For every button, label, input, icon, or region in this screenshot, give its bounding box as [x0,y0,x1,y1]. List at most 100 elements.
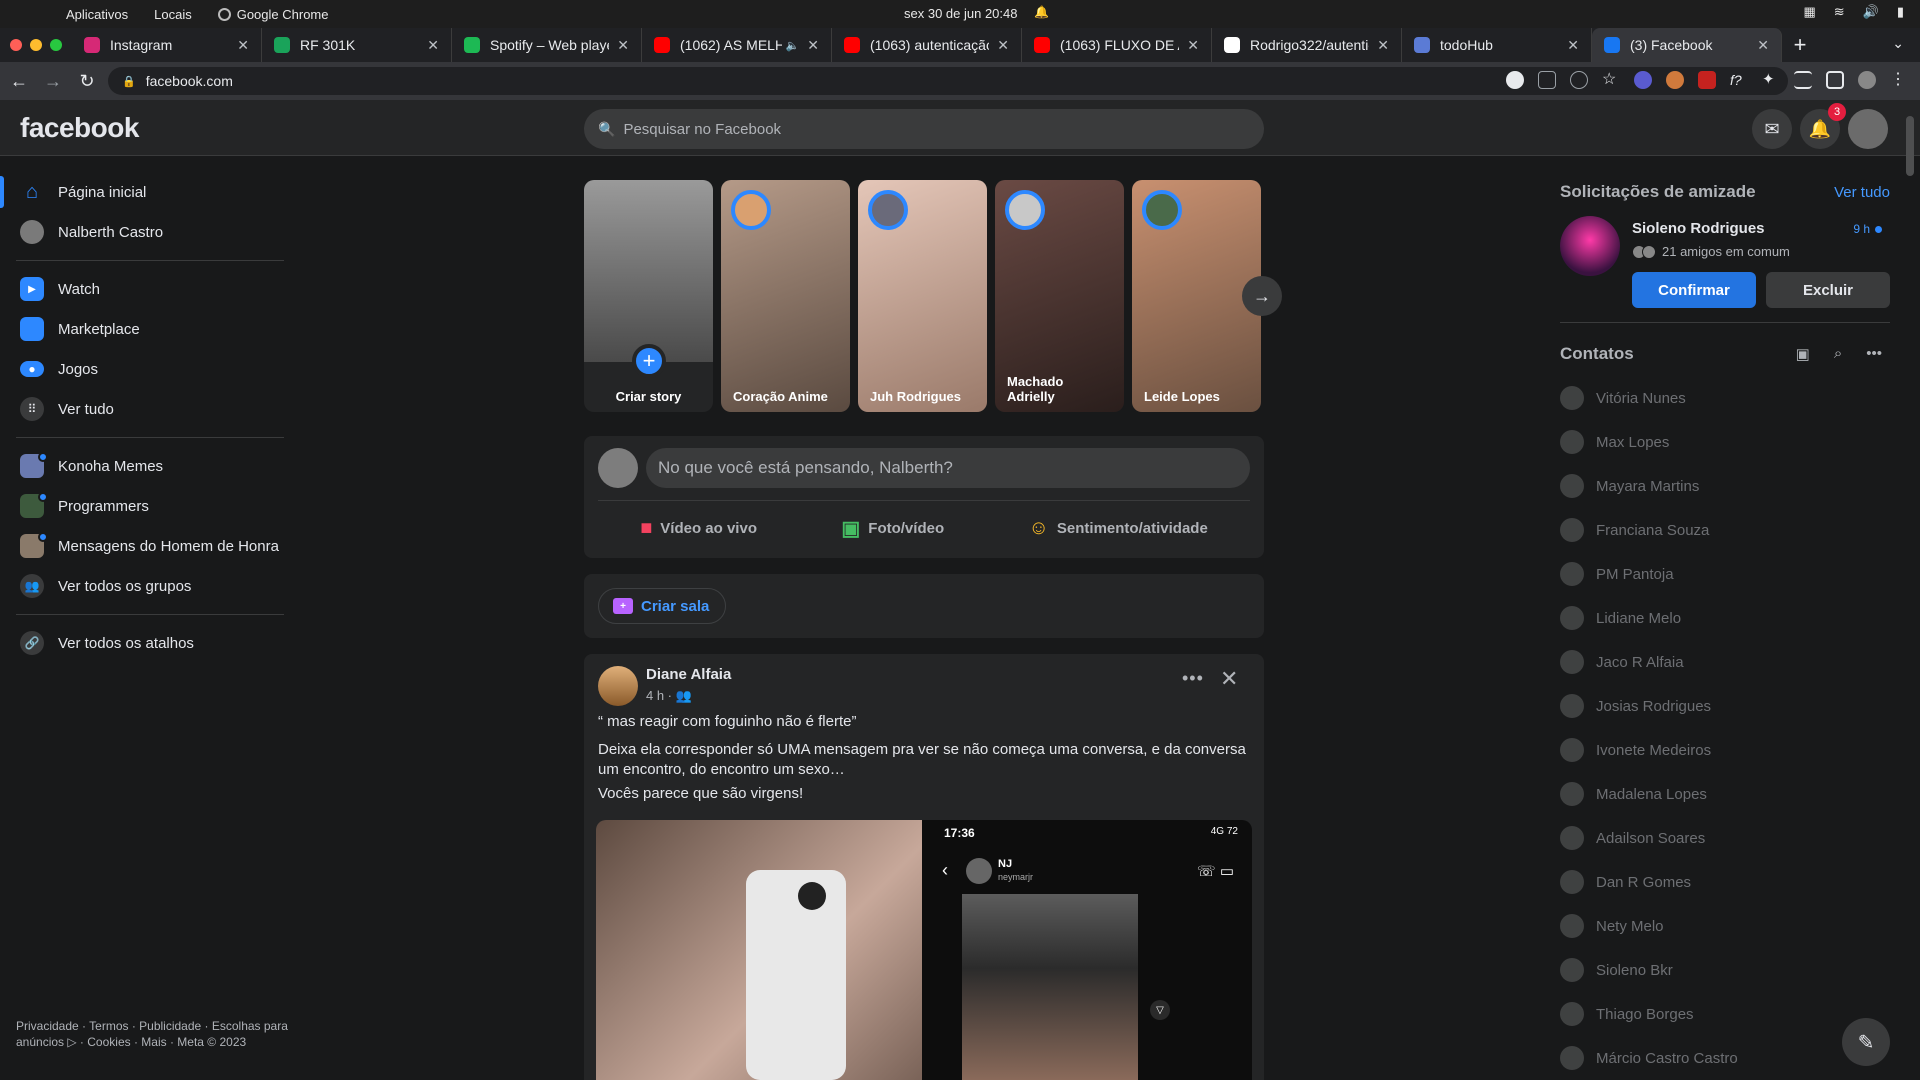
nav-marketplace[interactable]: Marketplace [0,309,300,349]
close-tab-icon[interactable]: ✕ [237,37,249,54]
workspace-icon[interactable]: ▦ [1803,4,1815,20]
profile-avatar[interactable] [598,448,638,488]
see-all-requests-link[interactable]: Ver tudo [1834,184,1890,201]
nav-watch[interactable]: ▶ Watch [0,269,300,309]
story-card[interactable]: Juh Rodrigues [858,180,987,412]
post-image[interactable]: 17:36 4G 72 ‹ NJ neymarjr ☏ ▭ ▽ [596,820,1252,1080]
chrome-menu-icon[interactable]: ⋮ [1890,71,1908,89]
close-tab-icon[interactable]: ✕ [1377,37,1389,54]
contact-item[interactable]: Sioleno Bkr [1560,948,1890,992]
browser-tab[interactable]: todoHub ✕ [1402,28,1592,62]
browser-tab[interactable]: (3) Facebook ✕ [1592,28,1782,62]
close-window-button[interactable] [10,39,22,51]
nav-all-groups[interactable]: 👥 Ver todos os grupos [0,566,300,606]
contact-item[interactable]: Josias Rodrigues [1560,684,1890,728]
extension-icon[interactable]: f? [1730,71,1748,89]
new-tab-button[interactable]: + [1782,28,1818,62]
close-tab-icon[interactable]: ✕ [997,37,1009,54]
browser-tab[interactable]: Spotify – Web player ✕ [452,28,642,62]
create-story-card[interactable]: + Criar story [584,180,713,412]
battery-icon[interactable]: ▮ [1897,4,1904,20]
share-icon[interactable] [1570,71,1588,89]
confirm-button[interactable]: Confirmar [1632,272,1756,308]
footer-links[interactable]: Privacidade · Termos · Publicidade · Esc… [16,1018,296,1050]
close-tab-icon[interactable]: ✕ [617,37,629,54]
tab-audio-icon[interactable]: 🔈 [786,39,800,52]
forward-button[interactable]: → [38,71,68,92]
volume-icon[interactable]: 🔊 [1863,4,1879,20]
close-tab-icon[interactable]: ✕ [807,37,819,54]
requester-name[interactable]: Sioleno Rodrigues [1632,220,1765,237]
system-clock[interactable]: sex 30 de jun 20:48 [904,6,1017,21]
extension-icon[interactable] [1634,71,1652,89]
install-icon[interactable] [1538,71,1556,89]
nav-all-shortcuts[interactable]: 🔗 Ver todos os atalhos [0,623,300,663]
nav-home[interactable]: ⌂ Página inicial [0,172,300,212]
extension-icon[interactable] [1666,71,1684,89]
search-input[interactable]: 🔍 Pesquisar no Facebook [584,109,1264,149]
stories-next-button[interactable]: → [1242,276,1282,316]
photo-video-button[interactable]: ▣ Foto/vídeo [841,516,944,541]
feeling-activity-button[interactable]: ☺ Sentimento/atividade [1029,517,1208,540]
close-tab-icon[interactable]: ✕ [1567,37,1579,54]
menu-aplicativos[interactable]: Aplicativos [66,7,128,22]
composer-input[interactable]: No que você está pensando, Nalberth? [646,448,1250,488]
facebook-logo[interactable]: facebook [20,112,139,144]
contact-item[interactable]: Nety Melo [1560,904,1890,948]
contact-item[interactable]: Franciana Souza [1560,508,1890,552]
tab-search-chevron-icon[interactable]: ⌄ [1892,35,1904,52]
contact-item[interactable]: Thiago Borges [1560,992,1890,1036]
author-name[interactable]: Diane Alfaia [646,666,731,683]
lock-icon[interactable]: 🔒 [122,75,136,88]
contact-item[interactable]: Mayara Martins [1560,464,1890,508]
new-message-button[interactable]: ✎ [1842,1018,1890,1066]
side-panel-icon[interactable] [1826,71,1844,89]
story-card[interactable]: Coração Anime [721,180,850,412]
group-homem-de-honra[interactable]: Mensagens do Homem de Honra [0,526,300,566]
page-scrollbar[interactable] [1906,116,1914,176]
account-avatar-button[interactable] [1848,109,1888,149]
contact-item[interactable]: Ivonete Medeiros [1560,728,1890,772]
contact-item[interactable]: Max Lopes [1560,420,1890,464]
maximize-window-button[interactable] [50,39,62,51]
back-button[interactable]: ← [4,71,34,92]
search-icon[interactable]: ⌕ [1834,345,1842,363]
google-lens-icon[interactable] [1506,71,1524,89]
contact-item[interactable]: Jaco R Alfaia [1560,640,1890,684]
post-timestamp[interactable]: 4 h · 👥 [646,688,692,704]
close-tab-icon[interactable]: ✕ [427,37,439,54]
nav-gaming[interactable]: ● Jogos [0,349,300,389]
puzzle-extensions-icon[interactable]: ✦ [1762,71,1780,89]
live-video-button[interactable]: ■ Vídeo ao vivo [640,517,757,540]
messenger-button[interactable]: ✉ [1752,109,1792,149]
group-programmers[interactable]: Programmers [0,486,300,526]
requester-avatar[interactable] [1560,216,1620,276]
new-room-icon[interactable]: ▣ [1796,345,1810,363]
browser-tab[interactable]: (1062) AS MELHORES 🔈 ✕ [642,28,832,62]
nav-see-all[interactable]: ⠿ Ver tudo [0,389,300,429]
wifi-icon[interactable]: ≋ [1834,4,1845,20]
profile-avatar[interactable] [1858,71,1876,89]
post-options-button[interactable]: ••• [1182,668,1204,689]
minimize-window-button[interactable] [30,39,42,51]
browser-tab[interactable]: (1063) FLUXO DE AUT ✕ [1022,28,1212,62]
menu-app-name[interactable]: Google Chrome [217,7,329,22]
mutual-friends[interactable]: 21 amigos em comum [1632,244,1790,259]
close-tab-icon[interactable]: ✕ [1757,37,1769,54]
author-avatar[interactable] [598,666,638,706]
contact-item[interactable]: Madalena Lopes [1560,772,1890,816]
contact-item[interactable]: PM Pantoja [1560,552,1890,596]
browser-tab[interactable]: Rodrigo322/autentica ✕ [1212,28,1402,62]
hide-post-button[interactable]: ✕ [1220,666,1238,692]
contact-item[interactable]: Lidiane Melo [1560,596,1890,640]
contact-item[interactable]: Vitória Nunes [1560,376,1890,420]
delete-request-button[interactable]: Excluir [1766,272,1890,308]
close-tab-icon[interactable]: ✕ [1187,37,1199,54]
story-card[interactable]: Machado Adrielly [995,180,1124,412]
browser-tab[interactable]: Instagram ✕ [72,28,262,62]
contact-item[interactable]: Dan R Gomes [1560,860,1890,904]
more-options-icon[interactable]: ••• [1866,345,1882,363]
reload-button[interactable]: ↻ [72,71,102,92]
contact-item[interactable]: Adailson Soares [1560,816,1890,860]
menu-locais[interactable]: Locais [154,7,192,22]
